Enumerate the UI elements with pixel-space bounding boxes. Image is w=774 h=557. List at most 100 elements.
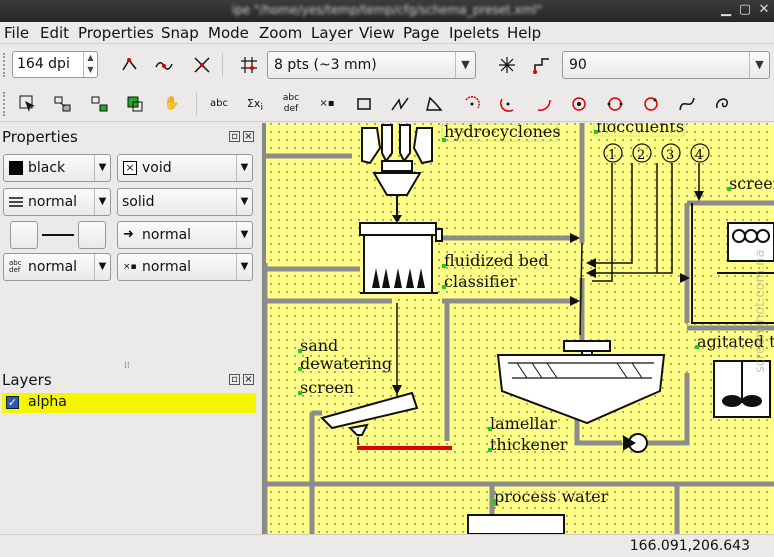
- line-icon[interactable]: [387, 91, 413, 117]
- left-dock: Properties ▫ × black ▼ × void ▼ normal ▼ …: [0, 123, 260, 534]
- line-preview: [42, 234, 74, 236]
- label-lamellar[interactable]: lamellar: [490, 414, 557, 433]
- text-size-value: normal: [28, 259, 78, 275]
- arrow-size-select[interactable]: ➜ normal ▼: [117, 221, 253, 249]
- menu-page[interactable]: Page: [403, 24, 439, 42]
- cursor-coordinates: 166.091,206.643: [629, 538, 750, 554]
- label-screen[interactable]: screen: [300, 378, 354, 397]
- chevron-down-icon: ▼: [94, 155, 110, 181]
- drawing-canvas[interactable]: 1 2 3 4 hydrocyclones flocculents fluidi…: [262, 123, 774, 534]
- snap-autoangle-icon[interactable]: [529, 52, 555, 78]
- flocculent-3: 3: [666, 148, 674, 163]
- menu-file[interactable]: File: [4, 24, 29, 42]
- fill-color-select[interactable]: × void ▼: [117, 154, 253, 182]
- pen-width-select[interactable]: normal ▼: [3, 188, 111, 216]
- close-icon[interactable]: ×: [243, 374, 254, 385]
- menu-help[interactable]: Help: [507, 24, 541, 42]
- label-hydrocyclones[interactable]: hydrocyclones: [444, 123, 561, 141]
- ink-icon[interactable]: [710, 91, 736, 117]
- text-label-icon[interactable]: abc: [206, 91, 232, 117]
- menu-ipelets[interactable]: Ipelets: [449, 24, 499, 42]
- dash-style-select[interactable]: solid ▼: [117, 188, 253, 216]
- mark-size-icon: ×▪: [123, 262, 137, 272]
- main-toolbar: 164 dpi ▲ ▼ 8 pts (~3 mm) ▼ 90 ▼: [0, 45, 774, 85]
- label-classifier[interactable]: classifier: [444, 272, 517, 291]
- chevron-down-icon: ▼: [236, 189, 252, 215]
- properties-dock-buttons[interactable]: ▫ ×: [226, 131, 254, 142]
- menu-snap[interactable]: Snap: [161, 24, 199, 42]
- chevron-down-icon: ▼: [455, 52, 475, 78]
- rectangle-icon[interactable]: [351, 91, 377, 117]
- snap-intersection-icon[interactable]: [189, 52, 215, 78]
- snap-boundary-icon[interactable]: [151, 52, 177, 78]
- label-dewatering[interactable]: dewatering: [300, 354, 392, 373]
- math-text-icon[interactable]: Σxi: [242, 91, 268, 117]
- arrow-start-button[interactable]: [10, 221, 38, 249]
- mark-size-value: normal: [142, 259, 192, 275]
- snap-vertex-icon[interactable]: [117, 52, 143, 78]
- spline-icon[interactable]: [674, 91, 700, 117]
- translate-tool-icon[interactable]: [50, 91, 76, 117]
- text-size-select[interactable]: abc def normal ▼: [3, 253, 111, 281]
- angle-select[interactable]: 90 ▼: [562, 51, 770, 79]
- label-sand[interactable]: sand: [300, 336, 338, 355]
- menu-edit[interactable]: Edit: [40, 24, 69, 42]
- arrow-end-button[interactable]: [78, 221, 106, 249]
- spin-arrows-icon[interactable]: ▲ ▼: [83, 52, 97, 77]
- menu-layer[interactable]: Layer: [311, 24, 353, 42]
- pan-hand-icon[interactable]: ✋: [159, 91, 185, 117]
- layer-row-alpha[interactable]: ✓ alpha: [2, 393, 256, 413]
- chevron-down-icon: ▼: [749, 52, 769, 78]
- arc-3pt-icon[interactable]: [638, 91, 664, 117]
- label-flocculents[interactable]: flocculents: [596, 123, 684, 136]
- toolbar-grip[interactable]: [3, 92, 7, 116]
- label-fluidized-bed[interactable]: fluidized bed: [444, 251, 549, 270]
- label-thickener[interactable]: thickener: [490, 435, 568, 454]
- snap-angle-icon[interactable]: [494, 52, 520, 78]
- menu-zoom[interactable]: Zoom: [259, 24, 302, 42]
- menu-mode[interactable]: Mode: [208, 24, 249, 42]
- menu-properties[interactable]: Properties: [78, 24, 154, 42]
- mark-icon[interactable]: ×▪: [314, 91, 340, 117]
- splitter-handle[interactable]: ⁞⁞: [124, 361, 130, 371]
- circle-center-icon[interactable]: [459, 91, 485, 117]
- toolbar-separator: [196, 92, 197, 116]
- circle-radius-icon[interactable]: [495, 91, 521, 117]
- layers-dock-buttons[interactable]: ▫ ×: [226, 374, 254, 385]
- circle-icon[interactable]: [566, 91, 592, 117]
- canvas-svg[interactable]: 1 2 3 4 hydrocyclones flocculents fluidi…: [262, 123, 774, 534]
- maximize-icon[interactable]: ▢: [737, 2, 753, 18]
- float-icon[interactable]: ▫: [229, 374, 240, 385]
- fill-color-value: void: [142, 160, 172, 176]
- toolbar-grip[interactable]: [3, 53, 7, 77]
- select-tool-icon[interactable]: [15, 91, 41, 117]
- resolution-value: 164 dpi: [17, 56, 70, 72]
- dash-style-value: solid: [122, 194, 155, 210]
- menu-view[interactable]: View: [359, 24, 395, 42]
- float-icon[interactable]: ▫: [229, 131, 240, 142]
- flocculent-4: 4: [695, 148, 703, 163]
- grid-size-select[interactable]: 8 pts (~3 mm) ▼: [267, 51, 476, 79]
- text-size-icon: abc def: [9, 259, 22, 274]
- circle-3pt-icon[interactable]: [602, 91, 628, 117]
- close-window-icon[interactable]: ✕: [756, 2, 772, 18]
- layer-checkbox[interactable]: ✓: [6, 396, 19, 409]
- rotate-tool-icon[interactable]: [87, 91, 113, 117]
- minimize-icon[interactable]: ▁: [718, 2, 734, 18]
- stretch-tool-icon[interactable]: [122, 91, 148, 117]
- angle-value: 90: [569, 57, 587, 73]
- flocculent-1: 1: [608, 148, 616, 163]
- paragraph-icon[interactable]: abc def: [278, 91, 304, 117]
- stroke-color-select[interactable]: black ▼: [3, 154, 111, 182]
- snap-grid-icon[interactable]: [236, 52, 262, 78]
- arrow-right-icon: ➜: [123, 227, 134, 242]
- process-water-tank: [467, 514, 565, 534]
- mark-size-select[interactable]: ×▪ normal ▼: [117, 253, 253, 281]
- arc-icon[interactable]: [531, 91, 557, 117]
- resolution-spinbox[interactable]: 164 dpi ▲ ▼: [12, 51, 98, 78]
- label-screen-right[interactable]: screen: [729, 174, 774, 193]
- polygon-icon[interactable]: [421, 91, 447, 117]
- label-process-water[interactable]: process water: [494, 487, 609, 506]
- close-icon[interactable]: ×: [243, 131, 254, 142]
- window-title: ipe "/home/yes/temp/temp/cfg/schema_pres…: [231, 3, 543, 17]
